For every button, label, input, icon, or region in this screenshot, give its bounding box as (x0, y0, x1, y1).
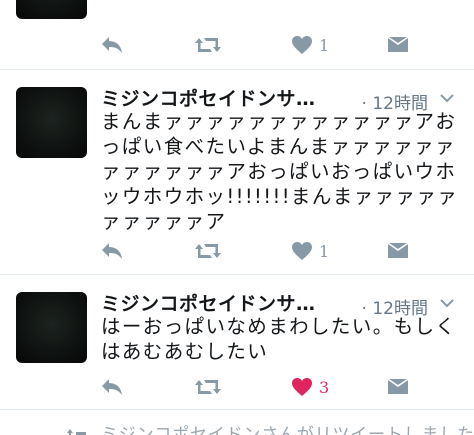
like-button-active[interactable]: 3 (291, 375, 329, 399)
reply-button[interactable] (101, 375, 123, 399)
dm-button[interactable] (387, 239, 409, 263)
retweet-icon (195, 244, 221, 258)
author-name[interactable]: ミジンコポセイドンサ… (101, 292, 316, 316)
caret-down-icon[interactable] (438, 294, 456, 312)
tweet-actions: 3 (101, 375, 421, 399)
retweet-icon (195, 38, 221, 52)
retweet-button[interactable] (194, 375, 222, 399)
retweet-context-icon (67, 429, 86, 435)
reply-button[interactable] (101, 33, 123, 57)
retweet-button[interactable] (194, 33, 222, 57)
like-count: 3 (319, 377, 330, 397)
caret-down-icon[interactable] (438, 89, 456, 107)
avatar[interactable] (16, 292, 87, 363)
dm-button[interactable] (387, 33, 409, 57)
heart-icon (292, 36, 312, 54)
heart-icon (292, 378, 312, 396)
reply-icon (102, 243, 122, 259)
tweet[interactable]: ミジンコポセイドンサ… · 12時間 まんまァァァァァァァァァァァァアおっぱい食… (0, 71, 474, 275)
author-name[interactable]: ミジンコポセイドンサ… (101, 87, 316, 111)
heart-icon (292, 242, 312, 260)
avatar[interactable] (16, 0, 87, 19)
avatar[interactable] (16, 87, 87, 158)
tweet-partial[interactable]: ミジンコポセイドンさんがリツイートしました (0, 410, 474, 435)
like-button[interactable]: 1 (291, 33, 329, 57)
retweet-context-text[interactable]: ミジンコポセイドンさんがリツイートしました (101, 420, 474, 435)
dm-icon (388, 379, 408, 394)
like-button[interactable]: 1 (291, 239, 329, 263)
tweet[interactable]: ミジンコポセイドンサ… · 12時間 はーおっぱいなめまわしたい。もしくはあむあ… (0, 276, 474, 410)
reply-button[interactable] (101, 239, 123, 263)
tweet-text: はーおっぱいなめまわしたい。もしくはあむあむしたい (101, 315, 457, 363)
tweet-text: まんまァァァァァァァァァァァァアおっぱい食べたいよまんまァァァァァァァァァァァァ… (101, 110, 459, 233)
dm-icon (388, 243, 408, 258)
dm-icon (388, 37, 408, 52)
dm-button[interactable] (387, 375, 409, 399)
reply-icon (102, 379, 122, 395)
like-count: 1 (319, 35, 330, 55)
like-count: 1 (319, 241, 330, 261)
tweet-actions: 1 (101, 33, 421, 57)
tweet[interactable]: 1 (0, 0, 474, 70)
retweet-icon (195, 380, 221, 394)
retweet-button[interactable] (194, 239, 222, 263)
reply-icon (102, 37, 122, 53)
tweet-actions: 1 (101, 239, 421, 263)
